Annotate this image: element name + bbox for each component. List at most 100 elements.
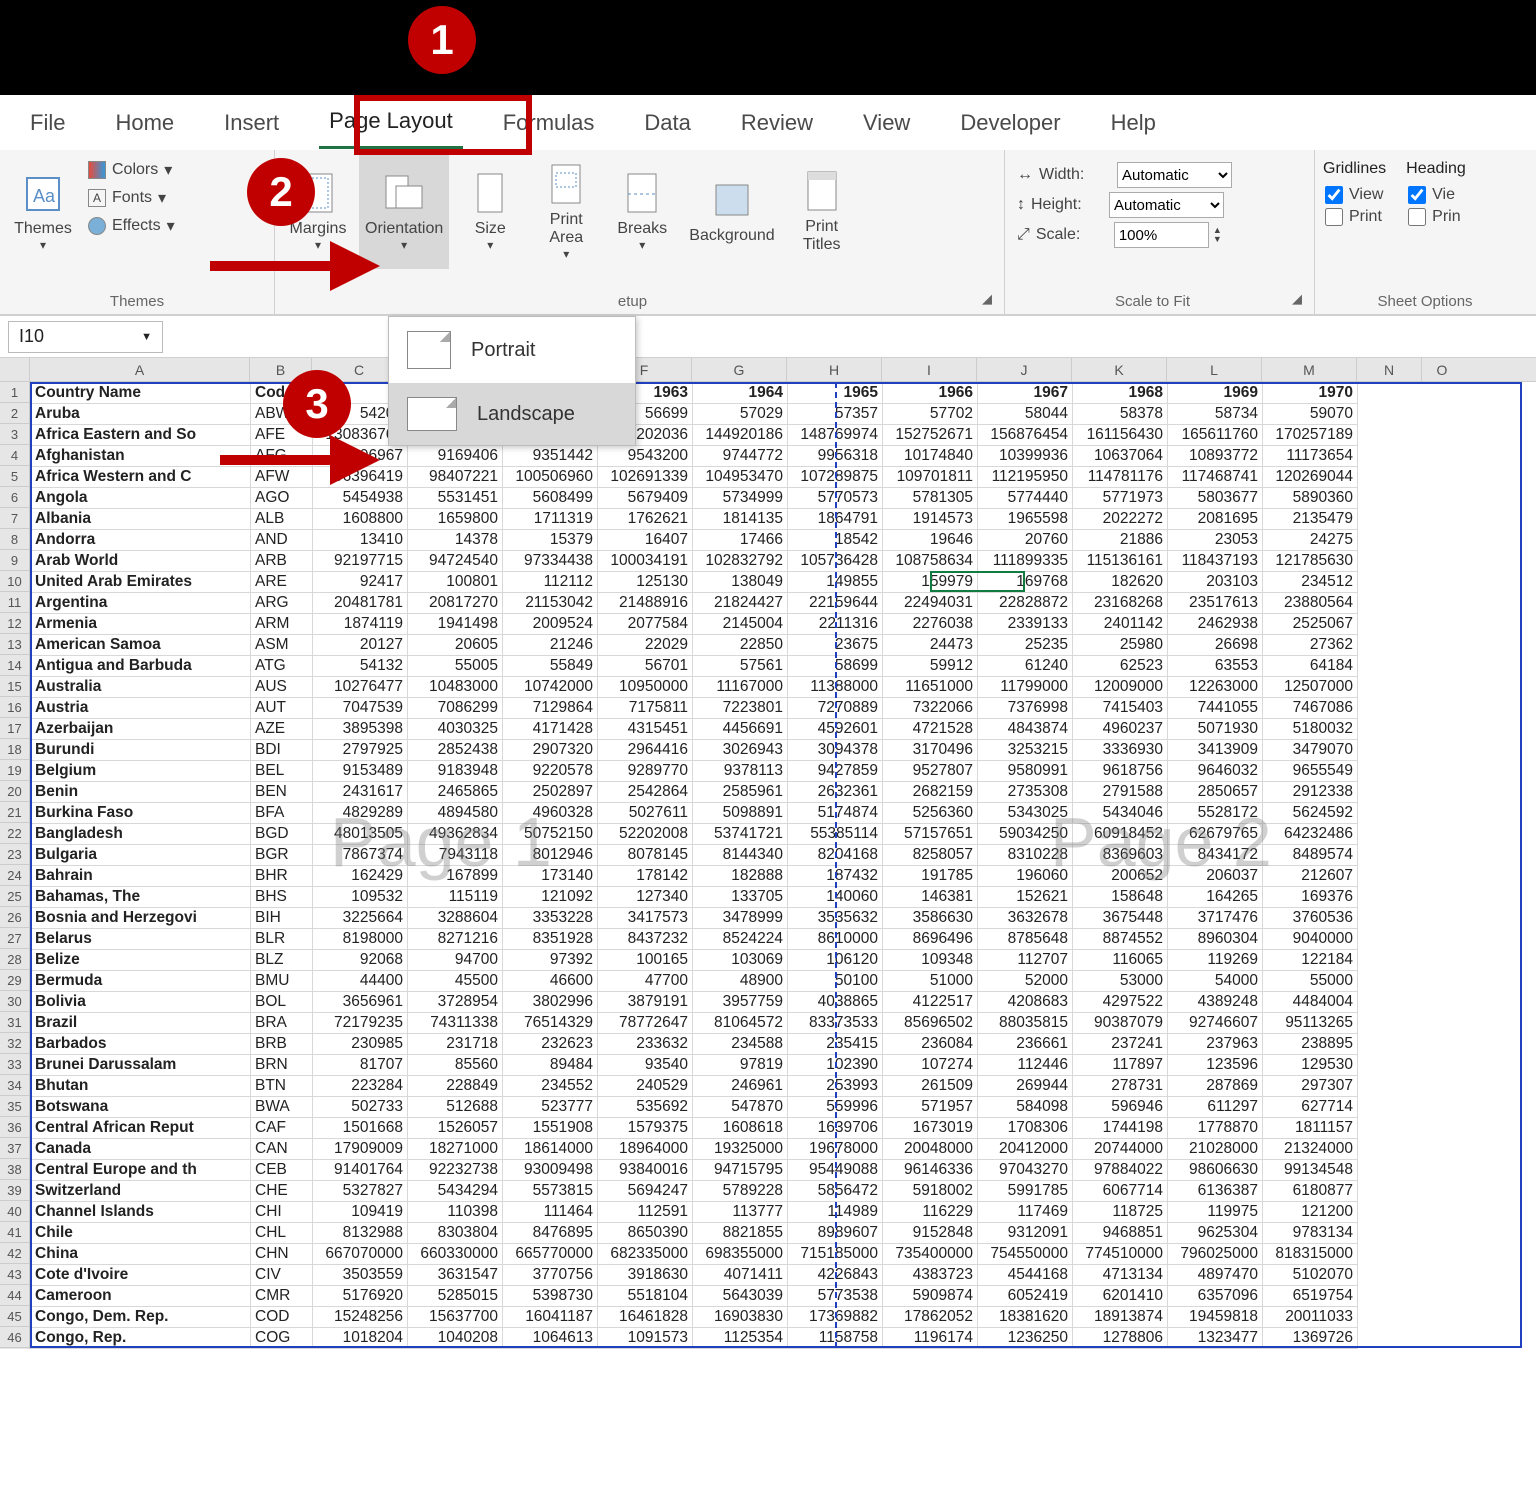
scale-input[interactable] <box>1114 222 1209 248</box>
row-header[interactable]: 4 <box>0 445 29 466</box>
sheet-cells[interactable]: Country NameCode196319641965196619671968… <box>30 382 1358 1349</box>
landscape-icon <box>407 397 457 431</box>
print-area-button[interactable]: Print Area▾ <box>531 154 601 269</box>
row-header[interactable]: 8 <box>0 529 29 550</box>
row-header[interactable]: 28 <box>0 949 29 970</box>
name-box[interactable]: I10▼ <box>8 321 163 353</box>
headings-print-check[interactable] <box>1408 208 1426 226</box>
group-scale-to-fit: ↔Width:Automatic ↕Height:Automatic ⤢Scal… <box>1005 150 1315 314</box>
col-header[interactable]: K <box>1072 358 1167 381</box>
fonts-icon: A <box>88 189 106 207</box>
row-header[interactable]: 44 <box>0 1285 29 1306</box>
fonts-button[interactable]: AFonts ▾ <box>84 186 179 210</box>
scale-launcher[interactable]: ◢ <box>1292 291 1306 312</box>
row-header[interactable]: 6 <box>0 487 29 508</box>
row-header[interactable]: 2 <box>0 403 29 424</box>
row-header[interactable]: 14 <box>0 655 29 676</box>
headings-view-check[interactable] <box>1408 186 1426 204</box>
row-header[interactable]: 17 <box>0 718 29 739</box>
tab-formulas[interactable]: Formulas <box>493 98 605 148</box>
effects-button[interactable]: Effects ▾ <box>84 214 179 238</box>
row-header[interactable]: 25 <box>0 886 29 907</box>
tab-data[interactable]: Data <box>634 98 700 148</box>
orientation-landscape[interactable]: Landscape <box>389 383 635 445</box>
row-header[interactable]: 31 <box>0 1012 29 1033</box>
col-header[interactable]: O <box>1422 358 1462 381</box>
width-icon: ↔ <box>1017 166 1033 184</box>
row-header[interactable]: 41 <box>0 1222 29 1243</box>
width-select[interactable]: Automatic <box>1117 162 1232 188</box>
row-header[interactable]: 19 <box>0 760 29 781</box>
row-header[interactable]: 38 <box>0 1159 29 1180</box>
row-header[interactable]: 7 <box>0 508 29 529</box>
row-header[interactable]: 22 <box>0 823 29 844</box>
row-header[interactable]: 42 <box>0 1243 29 1264</box>
row-header[interactable]: 23 <box>0 844 29 865</box>
row-header[interactable]: 18 <box>0 739 29 760</box>
col-header[interactable]: J <box>977 358 1072 381</box>
col-header[interactable]: H <box>787 358 882 381</box>
tab-insert[interactable]: Insert <box>214 98 289 148</box>
row-header[interactable]: 46 <box>0 1327 29 1348</box>
row-header[interactable]: 34 <box>0 1075 29 1096</box>
row-header[interactable]: 11 <box>0 592 29 613</box>
breaks-button[interactable]: Breaks▾ <box>607 154 677 269</box>
row-header[interactable]: 9 <box>0 550 29 571</box>
tab-file[interactable]: File <box>20 98 75 148</box>
portrait-icon <box>407 331 451 369</box>
row-header[interactable]: 45 <box>0 1306 29 1327</box>
row-header[interactable]: 27 <box>0 928 29 949</box>
colors-button[interactable]: Colors ▾ <box>84 158 179 182</box>
col-header[interactable]: I <box>882 358 977 381</box>
themes-button[interactable]: Aa Themes▾ <box>8 154 78 269</box>
row-header[interactable]: 1 <box>0 382 29 403</box>
row-header[interactable]: 39 <box>0 1180 29 1201</box>
spreadsheet: A B C D E F G H I J K L M N O 1234567891… <box>0 358 1536 1349</box>
row-header[interactable]: 3 <box>0 424 29 445</box>
row-header[interactable]: 30 <box>0 991 29 1012</box>
print-titles-button[interactable]: Print Titles <box>787 154 857 269</box>
page-setup-launcher[interactable]: ◢ <box>982 291 996 312</box>
col-header[interactable]: A <box>30 358 250 381</box>
col-header[interactable]: N <box>1357 358 1422 381</box>
select-all-corner[interactable] <box>0 358 30 381</box>
tab-review[interactable]: Review <box>731 98 823 148</box>
callout-3: 3 <box>283 370 351 438</box>
row-header[interactable]: 15 <box>0 676 29 697</box>
tab-view[interactable]: View <box>853 98 920 148</box>
row-header[interactable]: 10 <box>0 571 29 592</box>
tab-help[interactable]: Help <box>1101 98 1166 148</box>
row-header[interactable]: 35 <box>0 1096 29 1117</box>
row-header[interactable]: 16 <box>0 697 29 718</box>
row-header[interactable]: 5 <box>0 466 29 487</box>
row-header[interactable]: 13 <box>0 634 29 655</box>
gridlines-view-check[interactable] <box>1325 186 1343 204</box>
row-header[interactable]: 37 <box>0 1138 29 1159</box>
row-header[interactable]: 36 <box>0 1117 29 1138</box>
height-select[interactable]: Automatic <box>1109 192 1224 218</box>
size-button[interactable]: Size▾ <box>455 154 525 269</box>
scale-down[interactable]: ▼ <box>1213 235 1222 244</box>
tab-page-layout[interactable]: Page Layout <box>319 96 463 149</box>
col-header[interactable]: L <box>1167 358 1262 381</box>
col-header[interactable]: G <box>692 358 787 381</box>
row-headers: 1234567891011121314151617181920212223242… <box>0 382 30 1349</box>
print-titles-icon <box>800 170 844 214</box>
row-header[interactable]: 43 <box>0 1264 29 1285</box>
col-header[interactable]: M <box>1262 358 1357 381</box>
row-header[interactable]: 32 <box>0 1033 29 1054</box>
gridlines-print-check[interactable] <box>1325 208 1343 226</box>
tab-home[interactable]: Home <box>105 98 184 148</box>
background-button[interactable]: Background <box>683 154 780 269</box>
row-header[interactable]: 40 <box>0 1201 29 1222</box>
row-header[interactable]: 21 <box>0 802 29 823</box>
themes-icon: Aa <box>21 172 65 216</box>
row-header[interactable]: 29 <box>0 970 29 991</box>
row-header[interactable]: 24 <box>0 865 29 886</box>
orientation-portrait[interactable]: Portrait <box>389 317 635 383</box>
row-header[interactable]: 20 <box>0 781 29 802</box>
tab-developer[interactable]: Developer <box>950 98 1070 148</box>
row-header[interactable]: 33 <box>0 1054 29 1075</box>
row-header[interactable]: 12 <box>0 613 29 634</box>
row-header[interactable]: 26 <box>0 907 29 928</box>
